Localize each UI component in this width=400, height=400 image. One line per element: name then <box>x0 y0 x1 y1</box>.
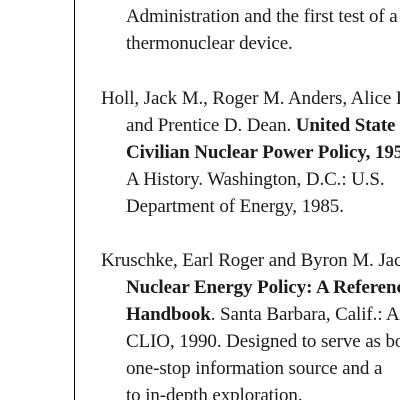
entry-1-title-part-2: Civilian Nuclear Power Policy, 195 <box>126 142 400 163</box>
entry-1-line-4-text: Department of Energy, 1985. <box>126 196 344 217</box>
entry-1-line-4: Department of Energy, 1985. <box>126 193 344 220</box>
entry-2-title-part-1: Nuclear Energy Policy: A Referenc <box>126 277 400 298</box>
entry-1-title-part-1: United State <box>295 115 396 136</box>
margin-rule <box>74 0 75 400</box>
entry-2-publisher-text: . Santa Barbara, Calif.: A <box>210 304 400 325</box>
entry-2-line-2: Handbook. Santa Barbara, Calif.: A <box>126 301 400 328</box>
entry-2-title-part-2: Handbook <box>126 304 211 325</box>
entry-2-line-4-text: one-stop information source and a <box>126 358 383 379</box>
entry-1-line-0: Holl, Jack M., Roger M. Anders, Alice L <box>101 85 400 112</box>
entry-1-line-1: and Prentice D. Dean. United State <box>126 112 396 139</box>
entry-2-line-0: Kruschke, Earl Roger and Byron M. Jac <box>101 247 400 274</box>
entry-2-author-text: Kruschke, Earl Roger and Byron M. Jac <box>101 250 400 271</box>
entry-2-line-4: one-stop information source and a <box>126 355 382 382</box>
entry-1-line-3-text: A History. Washington, D.C.: U.S. <box>126 169 385 190</box>
entry-2-line-5: to in-depth exploration. <box>126 382 303 400</box>
entry-2-line-1: Nuclear Energy Policy: A Referenc <box>126 274 400 301</box>
entry-1-line-3: A History. Washington, D.C.: U.S. <box>126 166 385 193</box>
entry-2-line-3-text: CLIO, 1990. Designed to serve as bo <box>126 331 400 352</box>
entry-2-line-5-text: to in-depth exploration. <box>126 385 303 400</box>
entry-1-line-1-plain: and Prentice D. Dean. <box>126 115 296 136</box>
entry-2-line-3: CLIO, 1990. Designed to serve as bo <box>126 328 400 355</box>
document-page: Administration and the first test of a t… <box>0 0 400 400</box>
entry-1-author-text: Holl, Jack M., Roger M. Anders, Alice L <box>101 88 400 109</box>
entry-0-line-1-text: thermonuclear device. <box>126 33 293 54</box>
entry-1-line-2: Civilian Nuclear Power Policy, 195 <box>126 139 400 166</box>
entry-0-line-0: Administration and the first test of a <box>126 3 398 30</box>
entry-0-line-0-text: Administration and the first test of a <box>126 6 398 27</box>
entry-0-line-1: thermonuclear device. <box>126 30 293 57</box>
